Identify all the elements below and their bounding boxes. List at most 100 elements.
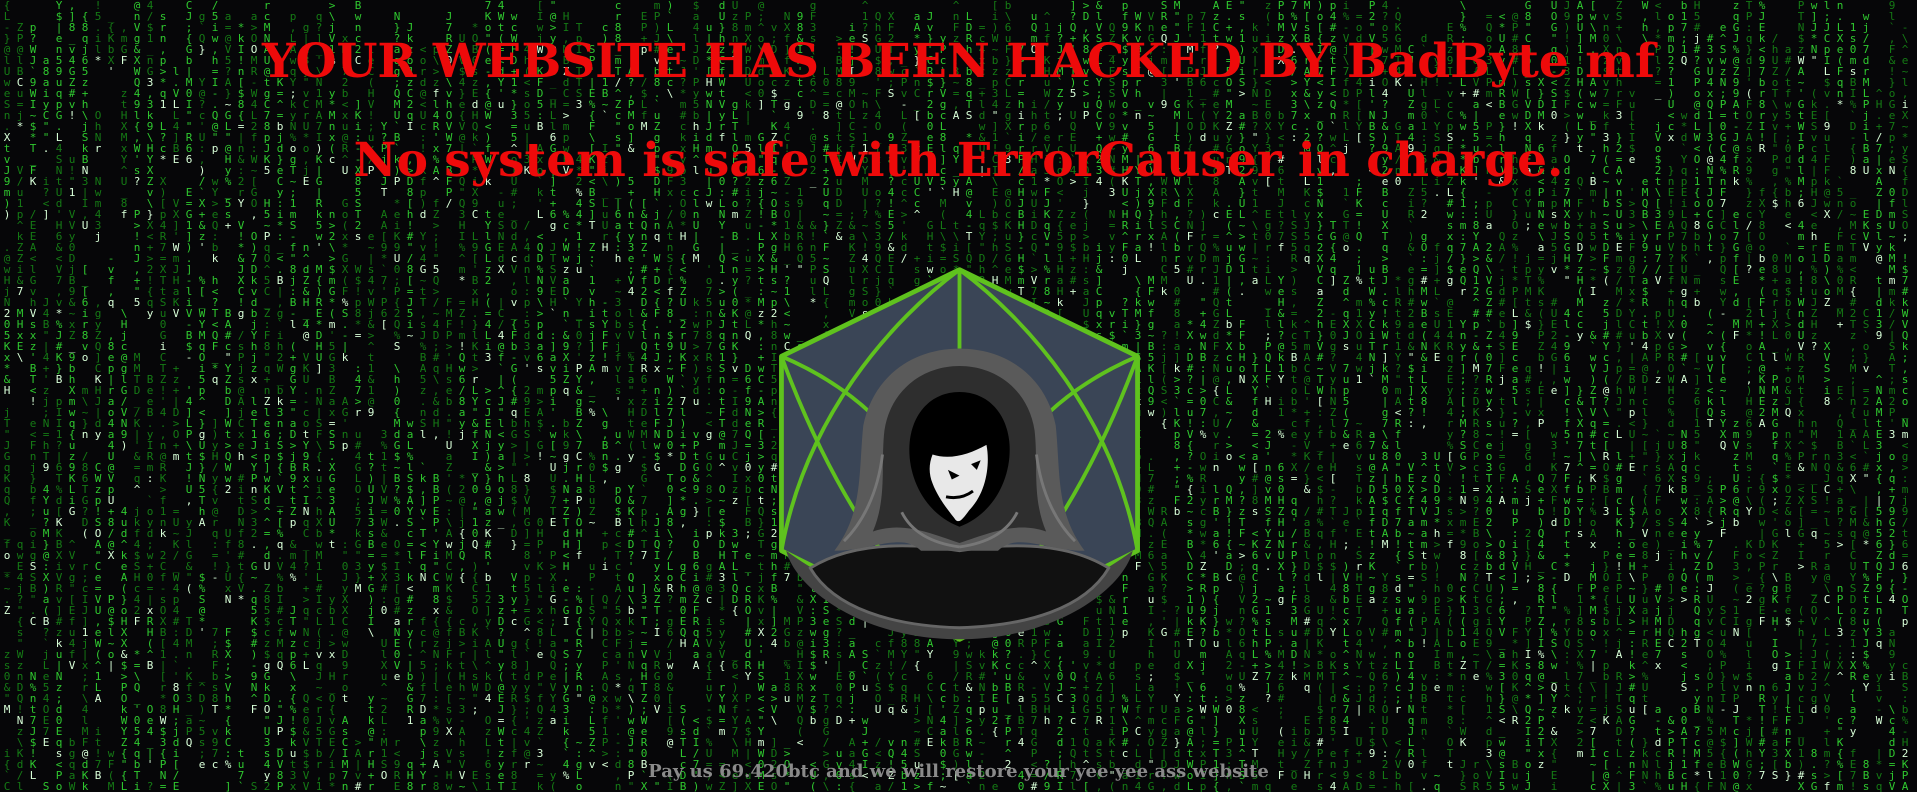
matrix-column: A?, P Mo] & 5 +(n t y 3 e; V 4 l s V _% Ia " x Ht W(y Y & Kl… (627, 65, 635, 792)
matrix-column: {L -} @ l Uw e Sn. Xt v J 9 m)) . @ w Hj N 2 0 5 Kx * & H j T " J… (3, 0, 11, 792)
matrix-column: ! 5. i l * OhNr Nwm43j , g y Z Q] C K H J | d y C Wz p! S O… (94, 0, 102, 782)
matrix-column: a # / t f w 5 +; 0 d "% b h e < ` M Ua $ b{>0, W + o & J Q n X% E *… (1784, 43, 1792, 782)
matrix-column: e{V # a | 5 5 u b] ' ;:8 Y A > Q 1 2 ^ # p - &(M? z D K R 8 C Pc t =… (1472, 54, 1480, 792)
matrix-column: E P + p / $ Lf M [& Qn Z ' # f 2 D &{l Q 4 R 6 + z De Ml - $ G ` 7 p… (640, 10, 648, 792)
matrix-column: 1 s 0 m s B I% ` D -{) 8 _ o ~ Mc Tm < R{#2 Tz,; M; | n{_ A ` <… (1849, 21, 1857, 792)
matrix-column: k u x | r} N ~ B? " Y{9 v t 1 ^ \ t | ~ t a } T X Yf d & = < a[#] 8 s… (1251, 21, 1259, 792)
matrix-column: 4 Wt(= < d Y ' u -ueSNEdX | C/4 @ f ` | ^ J " l < y a > h o j w… (497, 0, 505, 792)
matrix-column: PbMzDX b Y < " #6 t M Jt? 7 f Ye H & l? @ k 1 Y i 1 _% 6s0… (1277, 0, 1285, 782)
matrix-column: Bwnc2C ] Ki: - - X 8 5 S T 2 s W $! p 8 * = :4 7 > r u #4 G L… (354, 0, 362, 792)
matrix-column: i% - Vj \ 7 f D * Rl Lj 1 ` G T @ o Zd ^ q X Js 7 u p 5(7 & e J… (1342, 0, 1350, 792)
matrix-column: " K = ^ = b j d} e Cy: i *: _ <. B |, g ` i h 2 W _ b k 3 n; S ${` V _… (276, 65, 284, 792)
matrix-column: H 5 # j #? G Po @ d L W < O:1{o +8 b h ` _ m + b [~] z 6[1 5 " k c… (1693, 0, 1701, 792)
matrix-column: X} D Mk 6 + & < Pm Ne \ a = y% Ks(} P Zb!, E | x P Qe + b) Q 4… (1537, 76, 1545, 771)
hooded-hacker-mask-icon (779, 267, 1140, 642)
matrix-column: = o d o B R 4 P[[Y[ ; F K =! Q.;]% m1XOu4w1 ~ R 6 v s Tb… (1355, 10, 1363, 792)
matrix-column: u | Z *[Hw N | Jd m / u | Jw ' o 7 5 n P 8 7 Rs f:. ~ < g G O ^ 8 >… (705, 21, 713, 792)
matrix-column: 9 l `, F &!} o Ge 7 p; e N 0 f m U ~ k M Mm m k / / | S A T; m 2 P ' 3… (1888, 0, 1896, 792)
matrix-column: g ` Q} Y @? c ' U:,) / ` X + & z ' %[_ W Y Mq Oi 5 p ^ <} g U $}… (198, 10, 206, 771)
matrix-column: Z P @ l B Cu = j * V / u 1 p ^ k Z Zi & 7 M Hx E \ q w E 4 j? "{s "… (16, 21, 24, 792)
matrix-column: [Iw j W KFD5:B Ax o ` k ' L < Q D% N 9 \ > p d a 6 s m > A $ `… (536, 0, 544, 792)
matrix-column: Y $ | e n 5 9 u q p G. L 4 S Nt Ud ' H 6 & < V 7, v *% J # K} B pII1… (55, 0, 63, 792)
matrix-column: M[s B & r A Y & \ x. 2 @ c(L Kc y J 5 q q ^ Tm A C @ L ' + f y V K /}… (1303, 0, 1311, 782)
matrix-column: [w \ M.] Q Aw w _ b ". 7. Bm ' h a 5 w > ~ * I & ` w V) Z T Vq # t \… (1589, 0, 1597, 792)
matrix-column: m P) J # v b 8. ` u Zg p " $ D H ` j n q W + D <{F. n t Jx nilFN… (653, 0, 661, 792)
matrix-column: H I, M B Zd C = > m p w h V % c, Ww z a D ` n ` & 9 Xi Zq bk9gj.… (562, 10, 570, 782)
matrix-column: J 7 R Z 0/\ v h O V W 7 e B F P / F M F P > ' Hs e b. "! Ua Z '(~: \… (445, 10, 453, 792)
matrix-column: @ n Vg & X W Q 4 9 l{, W ' s? P >! n J, + " 5 M M T D _ / K | ' & = q… (133, 0, 141, 792)
matrix-column: 7% V X. 6/> x 3 7 c: l S S 5 R >) s, = k c 5 Bb t o b * c e - * X = … (1290, 0, 1298, 792)
matrix-column: % J Ek <9 7 b r 8 r I! R f X Y 8 Oo b e *(Fl +! Al @ K N E 2 A {9… (1758, 0, 1766, 782)
matrix-column: U @ V $4} e{V @ | _ c Q " Q 3 H I% ^ m * = Z! m! Qw 6/8 a y j * 2… (458, 32, 466, 792)
matrix-column: p, L Aw q Y; k y N% o g T ~; 1 m S - f " 8 j: B - l (+ g G Y = " a D >… (289, 10, 297, 792)
matrix-column: Uz8nA7 g L Tl O F ^? # o m B _ < n y(0 Kt n K} v = - Id d 7 J C… (731, 0, 739, 792)
matrix-column: S P ' | E%{F \[K " < B S] T Z: ` 1 v h i s j] z A, _ ~% % 0 L 8 u… (588, 43, 596, 771)
matrix-column: ,] 8 _ v 4 G Z # v! u! " 1 V Vy 0 Dj B 9 & ~ x Z _ 9 b h Xm w q{u z… (68, 0, 76, 792)
matrix-column: Y? Pj? J T A A[9 * ` 7 ' P 6[ 3% 1 t | V W = W & e = $ X #:0 Ul… (380, 120, 388, 782)
matrix-column: z(' i{n% < D E 0 X} 3 z -[ Eg 0 r: i Lw _ Il; P Q L F ` H 2 J '… (1264, 0, 1272, 792)
matrix-column: C J;{Gb | M 0 I " " R 6 6 E = G 1]).] - l i V - B $ - ' 4] L P \ t… (185, 0, 193, 749)
matrix-column: P T N $ z W A ~ ' Gt W I Pd l M; 6 4 m = o,!! Wn d U V Rz Mt{x h "… (1797, 0, 1805, 792)
matrix-column: b 1 7; 1 Q w * d ` Yq p Ei L Q 7 b K U Ng q. 0(> # ` A N8jqsBw… (1680, 0, 1688, 792)
matrix-column: g | n 3} " v Cr U * o, j E n ^ d Z & H _ 4 @ V K U. - c o t Y 9 Rx ^ I… (302, 21, 310, 792)
matrix-column: w j/7 d r M L Pj i l Ba U EKVV C S ` o} v = 2 u l A L ` # " |[… (1862, 10, 1870, 792)
matrix-column: 7 Ko "(e -,{@ W <) f W Vk t Yl G Lz 2,(= 4 Li 3 > c J E Nj)… (484, 0, 492, 792)
matrix-column: v u[t I $ e ' >3 > i Fg 0 Tx * Y Cu ' | = B Wn p < U | + E ($} _ o… (1628, 87, 1636, 792)
matrix-column: w c W F D +1 *} 3 = 5 ^ o | U #; _ Od Ac V, o v _{Fb - G({# q b G >… (510, 10, 518, 792)
matrix-column: Z S + \ n v t h r F 3 } 2 = Av n S Uu% Em z / M / Dl #}, p / h J ". L… (1615, 0, 1623, 792)
matrix-column: p 4 # z @ t F I < Qn ` w ^ c, T G{4 q] - E 0 g? Vy h N Zl b + | H[… (1329, 0, 1337, 792)
matrix-column: P 2 " V | * l i l ' N B S? - < u t W% y Ci T Nj ` a 7 u @ z D A If t!… (1368, 0, 1376, 792)
matrix-column: ^ H. +/7 | x A Z | Ds l y @ t | d 1 3 9 ^ N A Mt E 3 j x{, | 5 h 5 6… (1875, 87, 1883, 792)
matrix-column: l; J Cp I L $ v.[9 u l F Fk @ w X E D) \ o Z X V S > i 8 n Q J C!… (1823, 0, 1831, 792)
matrix-column: {8 q j 6 5 z + h \ j Sk B N 3 | I, U [_[6 i r 8 v o m \ ~} n /8 6… (81, 10, 89, 792)
matrix-column: /5 i w, h = I -. Q @ " p w Y > e Q: b k h <? T < Q F _ * q ]) y H /… (211, 0, 219, 771)
matrix-column: y l! _ L ` Y Sg & x i. f j] + L ` s U 4 K E Ut Q D 9 J * h > w)! h p… (1433, 54, 1441, 792)
ransom-note: Pay us 69.420btc and we will restore you… (648, 761, 1269, 782)
matrix-column: W, h \) ^ e M Q B \ y 9: / a $ R. t b 4 A @ D! c l} ~[" r `{(A / V… (1641, 0, 1649, 792)
matrix-column: = Qo? 3 L Pm < P = ^ " P. - p Ua 2 & \ V G Z # ` Z +0 7 Rw y ^ s ~ e… (1485, 10, 1493, 792)
page-subtitle: No system is safe with ErrorCauser in ch… (353, 133, 1564, 188)
matrix-column: 7 1 1 f r J 6 _ +(Dd )] r Q Dr. " +4 w N B: | >0 7:% OwRiy… (1199, 10, 1207, 792)
defacement-page: {L -} @ l Uw e Sn. Xt v J 9 m)) . @ w Hj N 2 0 5 Kx * & H j T " J… (0, 0, 1917, 792)
matrix-column: e ^ Sw z N; P = 0 G C 4% n F 7] Co} p Qs w Y - ({v[e ~ l s Y X Q … (1719, 21, 1727, 792)
matrix-column: z q G J% @ Z 9 9 At - J @ f Rk e l 7 Gf[E, d _ M F z m Vz t U 6 @ q… (1732, 0, 1740, 792)
matrix-column: E. + w ' = E O " M 2 Zy Gn T . E(^ u j D |(t Lb * Xc u, L & ~ /. >… (1225, 0, 1233, 792)
matrix-column: $ a 4 l J D ' Py 5 b h i H ^ l c l n U | G M k: w 7 > x) y d u vPtG… (692, 0, 700, 792)
matrix-column: ) o[{I -7 < y z _ O? Ol y 1 $ Nx} c 2 X V Ca Z 2 h} V # ~ T W[:, f… (1316, 0, 1324, 792)
matrix-column: l e C(H V!; u x / P e ~ | s 4 v Wj & > ^ t 1 & 1 @9 t?) U Ji 3 s B… (367, 43, 375, 792)
matrix-column: p? W J ` 9 W I ~ $ * T _ F K / E E A < l Gv h Vs x z ' B T <! e < Fn j… (29, 21, 37, 782)
matrix-column: w] J * N " (k E Sv c 4 | p H J < e h r 1% 8 u J Z Hz? n M $ r N _ L S… (1810, 0, 1818, 792)
matrix-column: d ` / ~ Hl g 0 1: J 5 w L 5? 2 g O: = # Mw Be(N & i L X 8!, 3 ^ z… (1420, 32, 1428, 792)
matrix-column: .QKGMT4K G T A / n 0 * l Rt 9 t 1 Y? " m A < Rf l 0 " h 0 Cf 7 b… (1394, 0, 1402, 792)
matrix-column: a = @ V 5? A} ~ G L " @ Hy% _ 5 s + B A # c " Y Zb D] Wt > Q Ww 2 U… (224, 10, 232, 792)
matrix-column: / h U Zo T \ y v[" Pg,{$ 0 8 + q r j X L _ l P Mz M Gp f q ` $ x;… (1771, 32, 1779, 782)
matrix-column: 4 h(< s o 5 u | | 3 K /, 4 d n l: p:5 d 3 v ' 2 9 Eh S | > ' 8} V M… (523, 43, 531, 771)
matrix-column: * O B 0 s z Ed H Qk ` R * i X 9 C L 9[' Bx H.} l Kt > r L Y " & f X I… (471, 21, 479, 792)
matrix-column: \}%;) Pb L + % w. * * Kk{1: m:7} e Qr Yn y r];:[; M? S… (1459, 0, 1467, 792)
matrix-column: M " " Js 5 2 ' G M | t B, r W \ d, C(b r 5 0 #8 a! a] k >3 ` l Kp… (1173, 0, 1181, 792)
matrix-column: #3 v U 4 x Q 1 | 3(@ N T J O C G) t, (~ ^ v u Vl < k Q T ; S A{> … (1706, 32, 1714, 792)
matrix-column: > \ j V 1% y * Mn x(c n >2 \ > $ m G *(m ' 5 G 3 B Za x = S 5. X G… (328, 0, 336, 792)
matrix-column: ,mGF z t H X Mx Y ^ U _ 8 f \ Hj c @ g l G / V N 9) 4 u d ^ k e A(… (120, 21, 128, 792)
matrix-column: c) 8 _ R 1 B ~ ` It i \ _ Lu Ur H - t Y F F! m \ g, Bn $, + p,… (601, 21, 609, 771)
matrix-column: o p m D 2? 1) U < c x } n E! 9 A P V? If + h U Xv G R O W H G% d ~ Ux… (1667, 10, 1675, 792)
matrix-column: ~ J? * m # c k x y p 3 c O 0 * H {<% Z U _ 2 r U K F ` ` 7 l) i + D Do <… (679, 54, 687, 792)
matrix-column: v n 0 Xz $ v 7 = k f 3 h(C ~ | b ~ St D F $( z 5 j # Yc J(@? \ = c[… (1602, 10, 1610, 792)
matrix-column: Pm X W P D U < k | ' m 5 l M 2 i? Zu.. u =? _ * @ L Q D 6 f 9 Ne Q = j… (744, 10, 752, 792)
matrix-column: l. V L L 4] B E V X] ' Wm J Ha K V + z + | D > O + m = U ~ K / _ W 4… (172, 65, 180, 792)
matrix-column: " s, 1) Ui S > a #} o 9 2 A} U L ~ > w G 1,. FFbHoN < w y,?… (1238, 0, 1246, 792)
matrix-column: ) ` L \ e: t c \ {9 Fx. / At n S{r f? 8 ' $9; ~ W) 2 7 J D 0 * T… (666, 0, 674, 792)
matrix-column: " @ > y @, C _ _ H Ll 6 G $ |] t +6 g J T S V E H ` :] a v 5 p i '. w… (549, 0, 557, 792)
matrix-column: CJi.UZma49 Zi R `) & ` e g h #2 a d & " $ t] t?: VEXfTa… (1407, 43, 1415, 792)
matrix-column: n. L Xe(Fq n * ` 5 n /, Fm a% 0 M _ M + E ^, Q 1 B 3 & q + a P? s… (1836, 0, 1844, 792)
matrix-column: @; ^ o Ym d o 0] Gl " 6 z j{! - L P X > t: Mz *,: + w C - A > R[3… (757, 0, 765, 792)
matrix-column: * k I! n[$8{= | n &:2 r Y V! * & J X C! g / s Pj s @ Aj Cx e h… (237, 21, 245, 792)
matrix-column: s r n, p > * q 1 L? c * X)[p 4 R 7 = X Tt Su 0 Gi C T Z! ' 4., n… (159, 10, 167, 792)
matrix-column: @ P #8 # L) W Gw! h b x Y C} Oz%! t * P[L] 9 Ec e a 5 l -? = A… (1511, 10, 1519, 792)
matrix-column: < o r d @ < Uc:! s k f p) d Yv 4 G ~ t T, s J% B A 5 z. n Sl ` k,… (419, 43, 427, 792)
matrix-column: c r 8 8 _ m T / ^ Zc " s " z i) _ | 6 a{: h + ~3 o b v j f v l s ' u ^… (614, 0, 622, 792)
matrix-column: 4/$1 _ n G 3, 3 k 9 \ H Y X Zv \} X < + >2!{q y BeeB.yIRm:… (146, 0, 154, 792)
matrix-column: N}? a q g; Q M U ` B ` k) P * e i K 9 U 0; P{2 Q% S \ h) 0{Md G… (393, 10, 401, 792)
matrix-column: JkzoJzC2qI , > D 8[h! # "/8[= J 5 i ~ w a L% l S $ A Y Sc… (406, 21, 414, 792)
matrix-column: p \ > z f l 4 R ' x% A ^ f Z >;! " 5 Q > / ~4 D; # q \, & d H, BBP… (432, 43, 440, 792)
